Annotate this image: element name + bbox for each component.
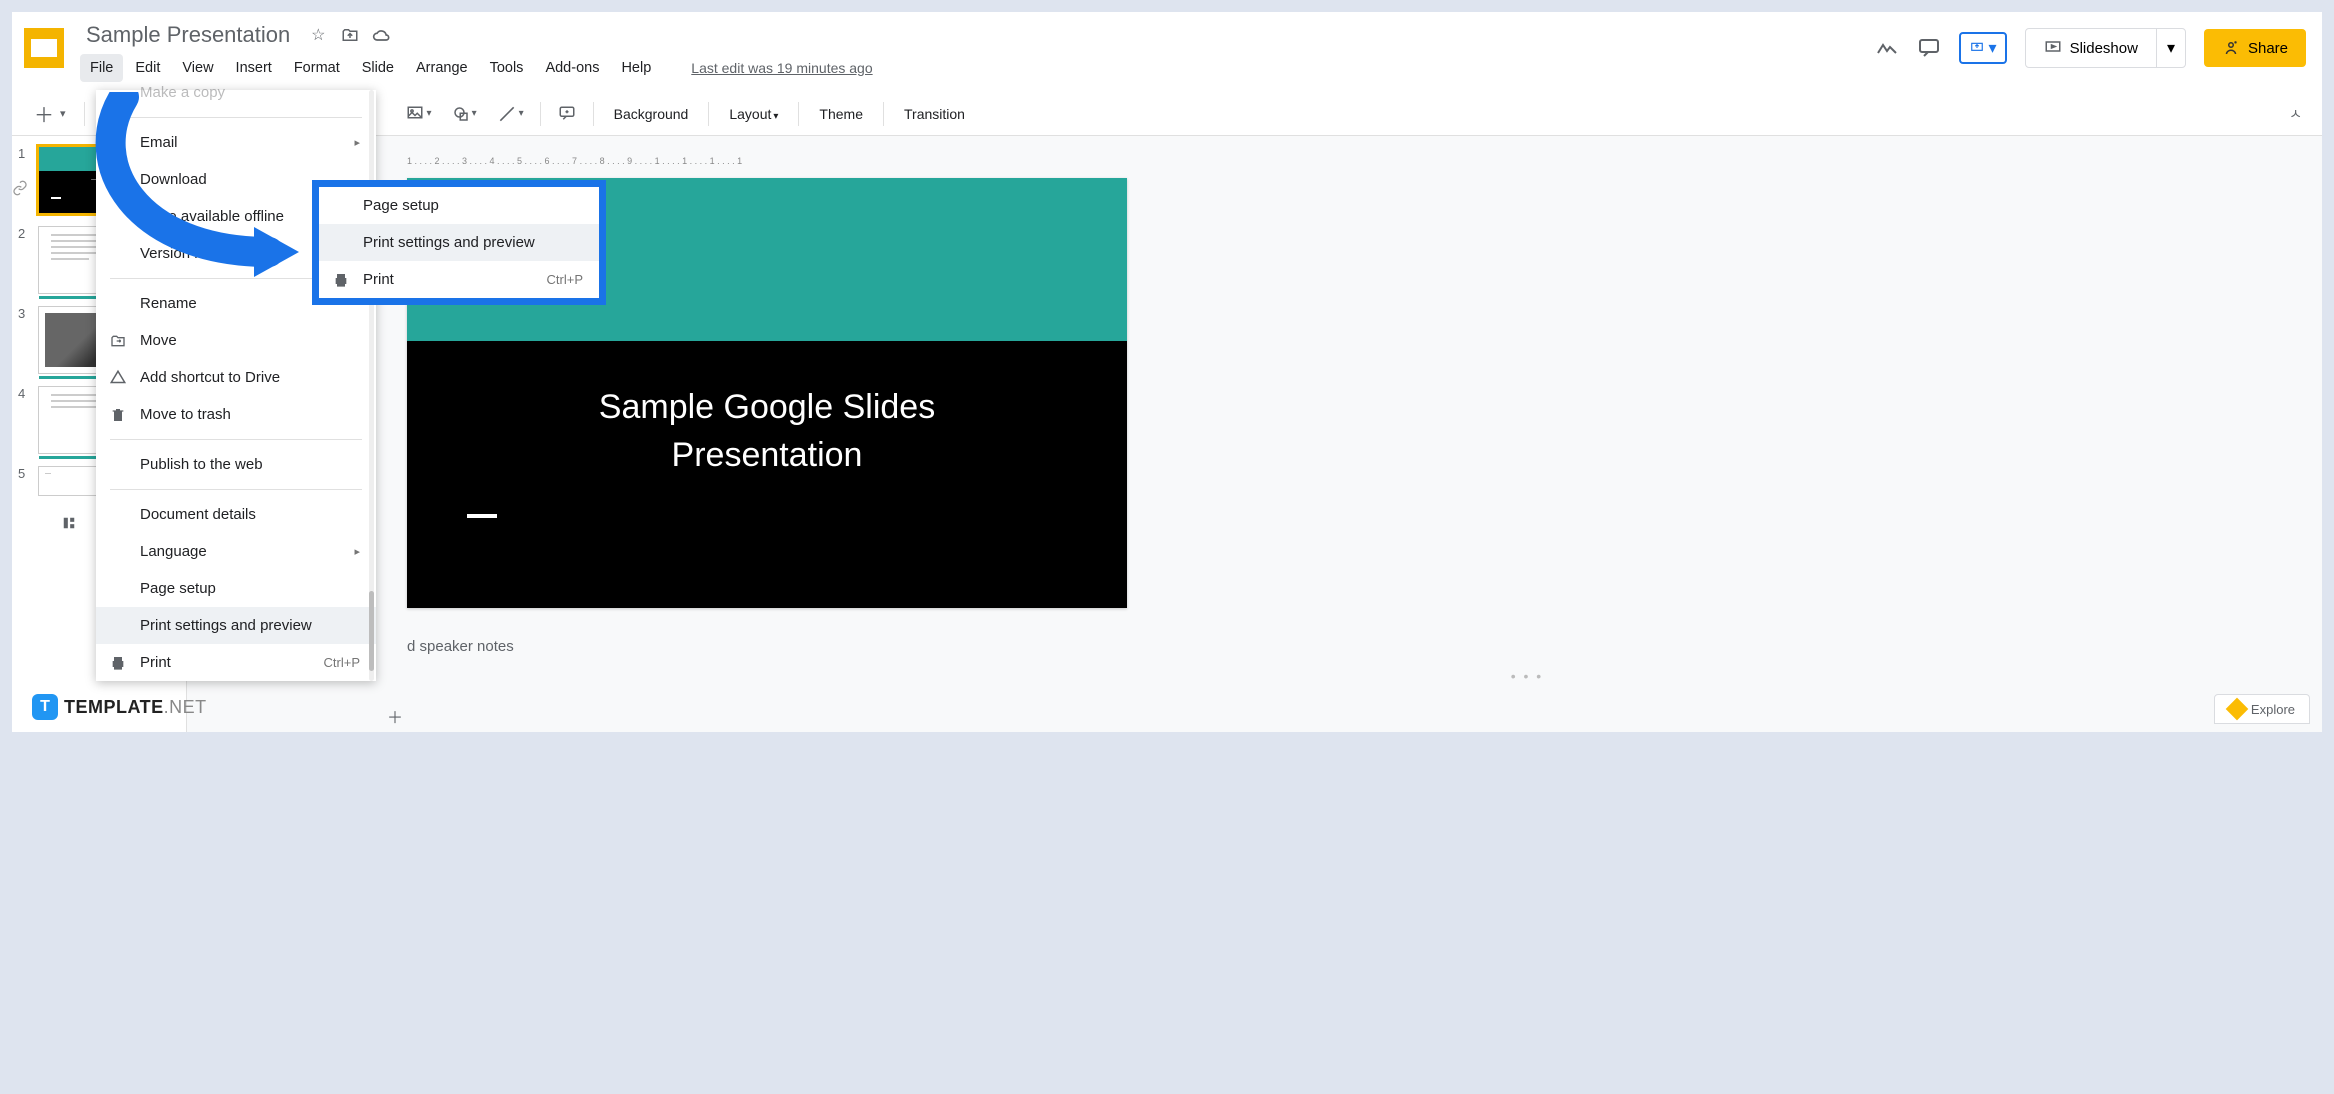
last-edit-link[interactable]: Last edit was 19 minutes ago bbox=[691, 60, 872, 76]
print-icon bbox=[331, 270, 351, 290]
menu-item-page-setup[interactable]: Page setup bbox=[96, 570, 376, 607]
thumb-number: 4 bbox=[18, 386, 30, 401]
thumb-number: 3 bbox=[18, 306, 30, 321]
cloud-status-icon[interactable] bbox=[372, 25, 392, 45]
menu-format[interactable]: Format bbox=[284, 54, 350, 82]
drive-shortcut-icon bbox=[108, 368, 128, 388]
slideshow-dropdown[interactable]: ▾ bbox=[2156, 29, 2185, 67]
callout-print-settings-preview[interactable]: Print settings and preview bbox=[319, 224, 599, 261]
slideshow-button[interactable]: Slideshow ▾ bbox=[2025, 28, 2186, 68]
background-button[interactable]: Background bbox=[602, 100, 701, 128]
move-folder-icon[interactable] bbox=[340, 25, 360, 45]
menu-item-make-copy[interactable]: Make a copy bbox=[96, 84, 376, 111]
menu-item-move-trash[interactable]: Move to trash bbox=[96, 396, 376, 433]
menu-edit[interactable]: Edit bbox=[125, 54, 170, 82]
slide-title-text[interactable]: Sample Google Slides Presentation bbox=[407, 384, 1127, 479]
chevron-down-icon: ▾ bbox=[1989, 38, 1997, 58]
menu-item-email[interactable]: Email▸ bbox=[96, 124, 376, 161]
menu-item-move[interactable]: Move bbox=[96, 322, 376, 359]
collapse-toolbar-icon[interactable]: ㅅ bbox=[2281, 98, 2310, 130]
image-insert-icon[interactable]: ▾ bbox=[397, 99, 440, 129]
menu-tools[interactable]: Tools bbox=[480, 54, 534, 82]
share-button[interactable]: Share bbox=[2204, 29, 2306, 67]
title-bar: Sample Presentation ☆ File Edit View Ins… bbox=[12, 12, 2322, 92]
menu-item-document-details[interactable]: Document details bbox=[96, 496, 376, 533]
highlight-callout-box: Page setup Print settings and preview Pr… bbox=[312, 180, 606, 305]
comments-icon[interactable] bbox=[1917, 36, 1941, 60]
menu-item-publish[interactable]: Publish to the web bbox=[96, 446, 376, 483]
theme-button[interactable]: Theme bbox=[807, 100, 875, 128]
file-menu-dropdown: Make a copy Email▸ Download Make availab… bbox=[96, 90, 376, 681]
layout-button[interactable]: Layout▾ bbox=[717, 100, 790, 128]
thumb-number: 5 bbox=[18, 466, 30, 481]
trash-icon bbox=[108, 405, 128, 425]
document-title[interactable]: Sample Presentation bbox=[80, 20, 296, 50]
menu-item-print[interactable]: PrintCtrl+P bbox=[96, 644, 376, 681]
link-indicator-icon bbox=[12, 180, 30, 198]
print-icon bbox=[108, 653, 128, 673]
menu-addons[interactable]: Add-ons bbox=[535, 54, 609, 82]
menu-bar: File Edit View Insert Format Slide Arran… bbox=[80, 54, 1875, 82]
line-insert-icon[interactable]: ▾ bbox=[489, 98, 532, 130]
menu-item-print-settings-preview[interactable]: Print settings and preview bbox=[96, 607, 376, 644]
pane-resize-handle[interactable]: • • • bbox=[1511, 668, 1543, 684]
new-slide-button[interactable]: ＋▾ bbox=[24, 93, 76, 134]
explore-button[interactable]: Explore bbox=[2214, 694, 2310, 724]
dropdown-scrollbar-thumb[interactable] bbox=[369, 591, 374, 671]
watermark-badge-icon: T bbox=[32, 694, 58, 720]
explore-label: Explore bbox=[2251, 702, 2295, 717]
transition-button[interactable]: Transition bbox=[892, 100, 977, 128]
speaker-notes[interactable]: d speaker notes bbox=[407, 638, 514, 655]
menu-item-add-shortcut[interactable]: Add shortcut to Drive bbox=[96, 359, 376, 396]
callout-page-setup[interactable]: Page setup bbox=[319, 187, 599, 224]
slides-logo-icon[interactable] bbox=[24, 28, 64, 68]
share-label: Share bbox=[2248, 40, 2288, 57]
slideshow-label: Slideshow bbox=[2070, 40, 2138, 57]
callout-print[interactable]: PrintCtrl+P bbox=[319, 261, 599, 298]
thumb-number: 1 bbox=[18, 146, 30, 161]
slide-accent-line bbox=[467, 514, 497, 518]
menu-item-language[interactable]: Language▸ bbox=[96, 533, 376, 570]
menu-slide[interactable]: Slide bbox=[352, 54, 404, 82]
menu-arrange[interactable]: Arrange bbox=[406, 54, 478, 82]
comment-insert-icon[interactable] bbox=[549, 99, 585, 129]
menu-insert[interactable]: Insert bbox=[226, 54, 282, 82]
present-button[interactable]: ▾ bbox=[1959, 32, 2007, 64]
move-icon bbox=[108, 331, 128, 351]
star-icon[interactable]: ☆ bbox=[308, 25, 328, 45]
filmstrip-view-icon[interactable] bbox=[57, 514, 81, 532]
watermark: T TEMPLATE.NET bbox=[32, 694, 207, 720]
app-window: Sample Presentation ☆ File Edit View Ins… bbox=[12, 12, 2322, 732]
menu-view[interactable]: View bbox=[172, 54, 223, 82]
shape-insert-icon[interactable]: ▾ bbox=[444, 99, 485, 129]
thumb-number: 2 bbox=[18, 226, 30, 241]
menu-help[interactable]: Help bbox=[611, 54, 661, 82]
activity-icon[interactable] bbox=[1875, 36, 1899, 60]
menu-file[interactable]: File bbox=[80, 54, 123, 82]
watermark-text: TEMPLATE.NET bbox=[64, 697, 207, 718]
explore-icon bbox=[2226, 698, 2249, 721]
